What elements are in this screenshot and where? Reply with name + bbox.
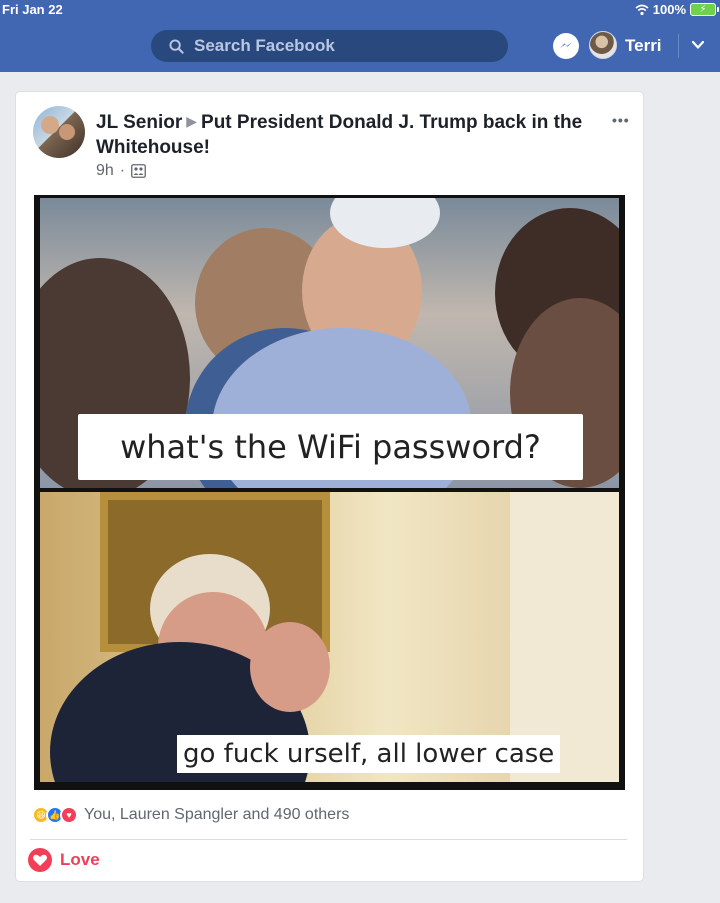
messenger-bolt-icon bbox=[560, 42, 572, 48]
love-label: Love bbox=[60, 850, 100, 869]
author-avatar[interactable] bbox=[33, 106, 85, 158]
wifi-icon bbox=[635, 4, 649, 15]
search-icon bbox=[169, 38, 184, 54]
chevron-down-icon[interactable] bbox=[690, 38, 706, 52]
author-name[interactable]: JL Senior bbox=[96, 112, 182, 133]
status-time: Fri Jan 22 bbox=[2, 2, 63, 17]
search-placeholder: Search Facebook bbox=[194, 36, 335, 55]
love-icon bbox=[28, 848, 52, 872]
post-time[interactable]: 9h bbox=[96, 162, 114, 180]
post-image[interactable]: what's the WiFi password? go fuck urself… bbox=[34, 195, 625, 790]
battery-percentage: 100% bbox=[652, 2, 686, 17]
reactions-summary[interactable]: 😆 👍 ♥ You, Lauren Spangler and 490 other… bbox=[32, 806, 349, 824]
more-options-icon[interactable]: ••• bbox=[612, 112, 630, 128]
messenger-icon[interactable] bbox=[553, 33, 579, 59]
love-reaction-icon: ♥ bbox=[60, 806, 78, 824]
status-indicators: 100% ⚡ bbox=[635, 2, 719, 17]
post-meta: 9h · bbox=[96, 162, 147, 180]
share-arrow-icon: ▶ bbox=[186, 113, 198, 129]
profile-name[interactable]: Terri bbox=[625, 36, 662, 56]
search-input[interactable]: Search Facebook bbox=[151, 30, 508, 62]
meta-separator: · bbox=[119, 162, 126, 179]
post-header: JL Senior ▶ Put President Donald J. Trump … bbox=[96, 109, 601, 160]
top-navigation-bar: Fri Jan 22 100% ⚡ Search Facebook Terri bbox=[0, 0, 720, 72]
battery-icon: ⚡ bbox=[690, 3, 719, 16]
header-divider bbox=[678, 34, 679, 58]
reactions-text[interactable]: You, Lauren Spangler and 490 others bbox=[84, 806, 349, 824]
actions-divider bbox=[30, 839, 627, 840]
profile-avatar[interactable] bbox=[589, 31, 617, 59]
group-icon bbox=[131, 164, 147, 178]
meme-top-caption: what's the WiFi password? bbox=[78, 414, 583, 480]
meme-bottom-caption: go fuck urself, all lower case bbox=[177, 735, 561, 773]
love-button[interactable]: Love bbox=[28, 848, 100, 872]
